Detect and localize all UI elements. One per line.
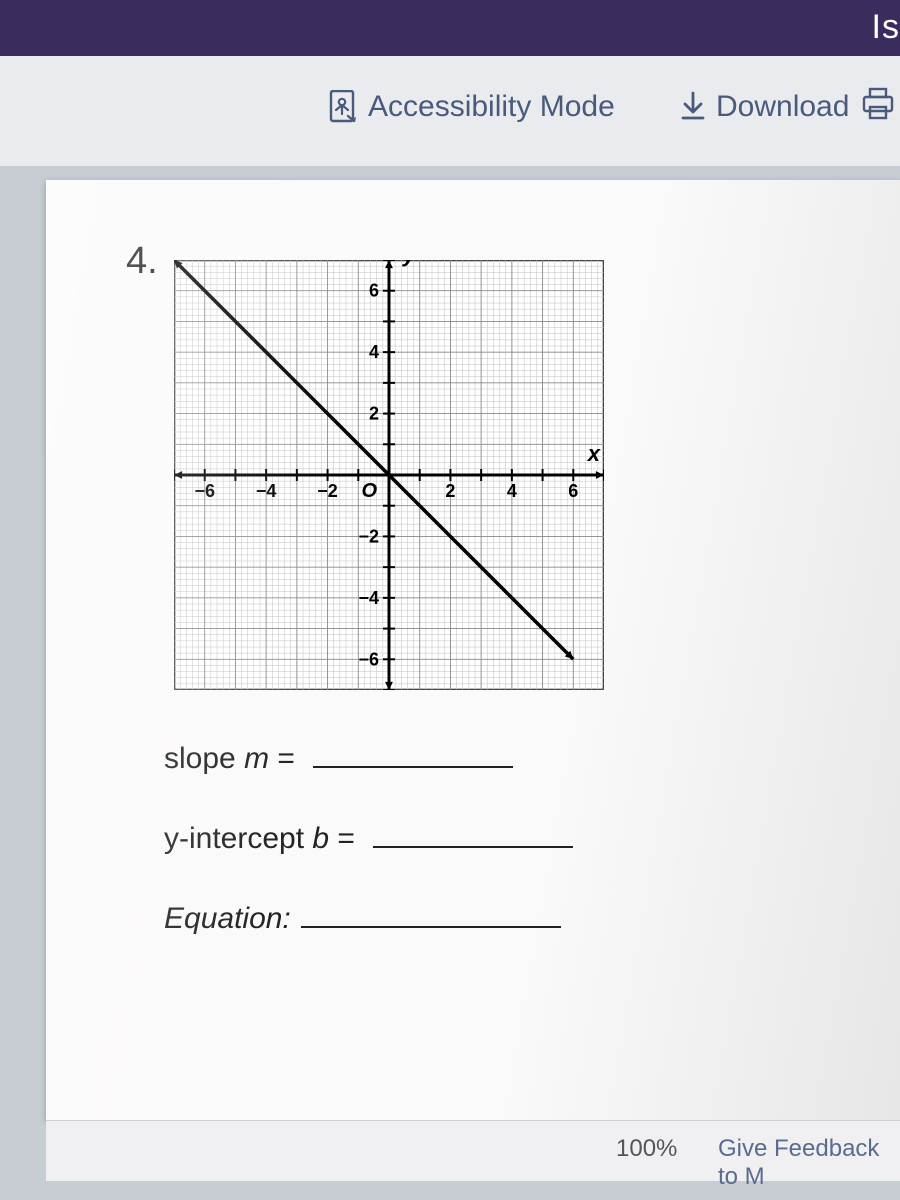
svg-text:x: x	[587, 441, 601, 466]
y-intercept-blank[interactable]	[373, 820, 573, 848]
svg-text:4: 4	[369, 342, 379, 362]
svg-text:y: y	[402, 260, 417, 267]
slope-prompt: slope m =	[164, 740, 513, 776]
app-titlebar: Is	[0, 0, 900, 56]
accessibility-icon	[328, 90, 358, 124]
svg-text:2: 2	[445, 481, 455, 501]
svg-text:−4: −4	[358, 588, 379, 608]
titlebar-fragment: Is	[872, 8, 900, 47]
accessibility-mode-button[interactable]: Accessibility Mode	[328, 90, 615, 124]
svg-text:−2: −2	[358, 526, 379, 546]
svg-text:−4: −4	[256, 481, 277, 501]
slope-blank[interactable]	[313, 740, 513, 768]
svg-text:4: 4	[507, 481, 517, 501]
accessibility-mode-label: Accessibility Mode	[368, 90, 615, 124]
equation-blank[interactable]	[301, 900, 561, 928]
coordinate-graph: −6 −4 −2 2 4 6 −6 −4 −2 2 4 6 Oy x	[174, 260, 604, 690]
download-icon	[680, 91, 706, 123]
y-intercept-prompt: y-intercept b =	[164, 820, 573, 856]
print-button[interactable]	[860, 86, 900, 122]
give-feedback-link[interactable]: Give Feedback to M	[718, 1135, 900, 1191]
svg-text:−2: −2	[317, 481, 338, 501]
print-icon	[860, 86, 896, 122]
svg-text:−6: −6	[194, 481, 215, 501]
equation-prompt: Equation:	[164, 900, 561, 936]
svg-text:−6: −6	[358, 649, 379, 669]
viewer-toolbar: Accessibility Mode Download	[0, 56, 900, 167]
download-label: Download	[716, 90, 849, 124]
zoom-level[interactable]: 100%	[616, 1135, 677, 1163]
question-number: 4.	[126, 240, 158, 283]
svg-text:O: O	[361, 480, 377, 502]
document-page: 4. −6 −4 −2 2 4 6 −6 −4 −2 2 4 6 Oy x slope m = y-int…	[46, 180, 900, 1120]
download-button[interactable]: Download	[680, 90, 849, 124]
svg-text:6: 6	[369, 281, 379, 301]
svg-text:2: 2	[369, 404, 379, 424]
status-bar: 100% Give Feedback to M	[46, 1120, 900, 1181]
svg-text:6: 6	[568, 481, 578, 501]
